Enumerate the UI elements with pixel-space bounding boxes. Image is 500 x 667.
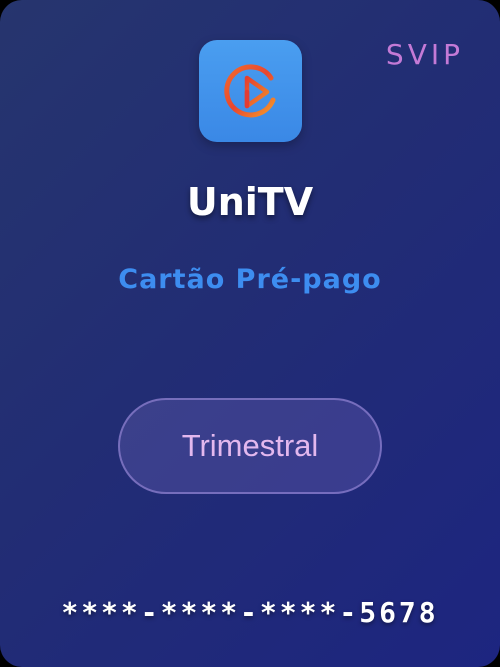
plan-label: Trimestral [181,428,319,463]
svip-badge: SVIP [385,38,464,71]
app-name: UniTV [186,180,314,224]
play-circle-logo-icon [224,64,276,118]
card-number: ****-****-****-5678 [61,596,439,629]
plan-button[interactable]: Trimestral [118,398,382,494]
card-type-subtitle: Cartão Pré-pago [118,264,382,295]
app-logo [199,40,302,142]
prepaid-card: SVIP UniTV Cartão Pré-pago Trimestral **… [0,0,500,667]
